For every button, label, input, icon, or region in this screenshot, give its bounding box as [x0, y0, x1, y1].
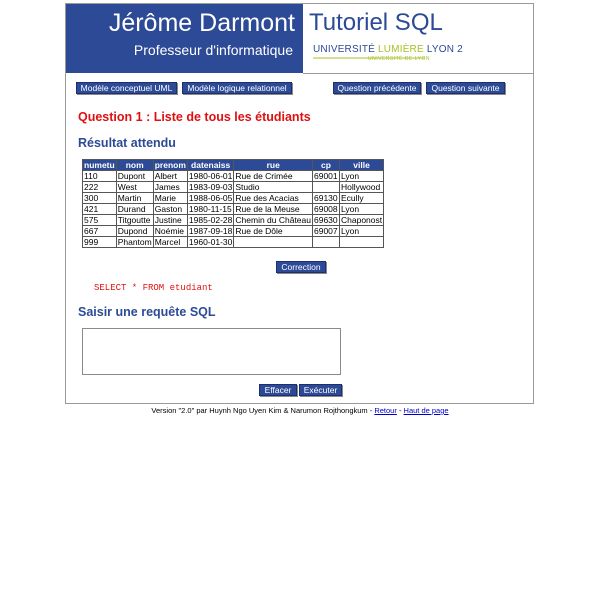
cell-prenom: Albert: [152, 170, 188, 182]
header-author-block: Jérôme Darmont Professeur d'informatique: [66, 4, 303, 73]
clear-button[interactable]: Effacer: [259, 384, 297, 396]
cell-nom: Martin: [115, 192, 154, 204]
cell-cp: 69007: [312, 225, 340, 237]
cell-numetu: 999: [82, 236, 117, 248]
table-row: 999 Phantom Marcel 1960-01-30: [82, 236, 385, 248]
cell-nom: Dupond: [115, 225, 154, 237]
cell-rue: Rue de Dôle: [233, 225, 313, 237]
cell-ville: Lyon: [338, 203, 385, 215]
cell-datenaiss: 1987-09-18: [186, 225, 235, 237]
cell-nom: Titgoutte: [115, 214, 154, 226]
cell-prenom: Marie: [152, 192, 188, 204]
cell-datenaiss: 1980-06-01: [186, 170, 235, 182]
cell-rue: Rue de Crimée: [233, 170, 313, 182]
table-row: 110 Dupont Albert 1980-06-01 Rue de Crim…: [82, 170, 385, 182]
cell-numetu: 300: [82, 192, 117, 204]
correction-sql-query: SELECT * FROM etudiant: [94, 283, 213, 293]
previous-question-button[interactable]: Question précédente: [333, 82, 421, 94]
column-header-numetu: numetu: [82, 159, 117, 171]
footer-version-text: Version "2.0" par Huynh Ngo Uyen Kim & N…: [151, 406, 375, 415]
cell-prenom: James: [152, 181, 188, 193]
cell-cp: [312, 236, 340, 248]
cell-prenom: Justine: [152, 214, 188, 226]
cell-ville: Lyon: [338, 225, 385, 237]
cell-nom: West: [115, 181, 154, 193]
cell-datenaiss: 1988-06-05: [186, 192, 235, 204]
correction-button[interactable]: Correction: [276, 261, 326, 273]
cell-ville: [338, 236, 385, 248]
expected-result-table: numetu nom prenom datenaiss rue cp ville…: [82, 159, 385, 248]
cell-datenaiss: 1960-01-30: [186, 236, 235, 248]
back-link[interactable]: Retour: [374, 406, 397, 415]
table-row: 667 Dupond Noémie 1987-09-18 Rue de Dôle…: [82, 225, 385, 237]
university-subtitle: UNIVERSITÉ DE LYON: [368, 56, 430, 62]
next-question-button[interactable]: Question suivante: [426, 82, 505, 94]
cell-rue: Studio: [233, 181, 313, 193]
cell-prenom: Marcel: [152, 236, 188, 248]
table-row: 421 Durand Gaston 1980-11-15 Rue de la M…: [82, 203, 385, 215]
cell-nom: Phantom: [115, 236, 154, 248]
cell-ville: Hollywood: [338, 181, 385, 193]
university-name-part3: LYON 2: [423, 44, 463, 55]
column-header-ville: ville: [338, 159, 385, 171]
cell-cp: [312, 181, 340, 193]
cell-numetu: 575: [82, 214, 117, 226]
table-row: 300 Martin Marie 1988-06-05 Rue des Acac…: [82, 192, 385, 204]
cell-cp: 69001: [312, 170, 340, 182]
cell-numetu: 667: [82, 225, 117, 237]
university-name-part1: UNIVERSITÉ: [313, 44, 378, 55]
cell-rue: [233, 236, 313, 248]
execute-button[interactable]: Exécuter: [299, 384, 342, 396]
cell-datenaiss: 1980-11-15: [186, 203, 235, 215]
cell-prenom: Gaston: [152, 203, 188, 215]
uml-model-button[interactable]: Modèle conceptuel UML: [76, 82, 177, 94]
column-header-nom: nom: [115, 159, 154, 171]
table-row: 575 Titgoutte Justine 1985-02-28 Chemin …: [82, 214, 385, 226]
cell-datenaiss: 1983-09-03: [186, 181, 235, 193]
cell-rue: Chemin du Château: [233, 214, 313, 226]
author-name: Jérôme Darmont: [108, 9, 295, 37]
page-frame: Jérôme Darmont Professeur d'informatique…: [65, 3, 534, 404]
cell-prenom: Noémie: [152, 225, 188, 237]
cell-rue: Rue des Acacias: [233, 192, 313, 204]
cell-cp: 69630: [312, 214, 340, 226]
table-header-row: numetu nom prenom datenaiss rue cp ville: [82, 159, 385, 171]
site-title: Tutoriel SQL: [309, 9, 443, 36]
cell-numetu: 222: [82, 181, 117, 193]
top-of-page-link[interactable]: Haut de page: [404, 406, 449, 415]
header-title-block: Tutoriel SQL UNIVERSITÉ LUMIÈRE LYON 2 U…: [303, 4, 533, 74]
cell-rue: Rue de la Meuse: [233, 203, 313, 215]
cell-numetu: 110: [82, 170, 117, 182]
cell-ville: Lyon: [338, 170, 385, 182]
cell-nom: Dupont: [115, 170, 154, 182]
cell-ville: Ecully: [338, 192, 385, 204]
relational-model-button[interactable]: Modèle logique relationnel: [182, 82, 292, 94]
author-role: Professeur d'informatique: [133, 42, 293, 58]
cell-numetu: 421: [82, 203, 117, 215]
cell-cp: 69130: [312, 192, 340, 204]
university-logo: UNIVERSITÉ LUMIÈRE LYON 2 UNIVERSITÉ DE …: [313, 44, 463, 66]
expected-result-heading: Résultat attendu: [78, 136, 176, 150]
cell-nom: Durand: [115, 203, 154, 215]
cell-cp: 69008: [312, 203, 340, 215]
sql-query-textarea[interactable]: [82, 328, 341, 375]
cell-datenaiss: 1985-02-28: [186, 214, 235, 226]
column-header-datenaiss: datenaiss: [186, 159, 235, 171]
cell-ville: Chaponost: [338, 214, 385, 226]
table-row: 222 West James 1983-09-03 Studio Hollywo…: [82, 181, 385, 193]
footer: Version "2.0" par Huynh Ngo Uyen Kim & N…: [0, 406, 600, 415]
university-name-part2: LUMIÈRE: [378, 44, 424, 55]
column-header-rue: rue: [233, 159, 313, 171]
footer-separator: -: [396, 406, 404, 415]
column-header-prenom: prenom: [152, 159, 188, 171]
question-title: Question 1 : Liste de tous les étudiants: [78, 110, 311, 124]
sql-input-heading: Saisir une requête SQL: [78, 305, 216, 319]
column-header-cp: cp: [312, 159, 340, 171]
